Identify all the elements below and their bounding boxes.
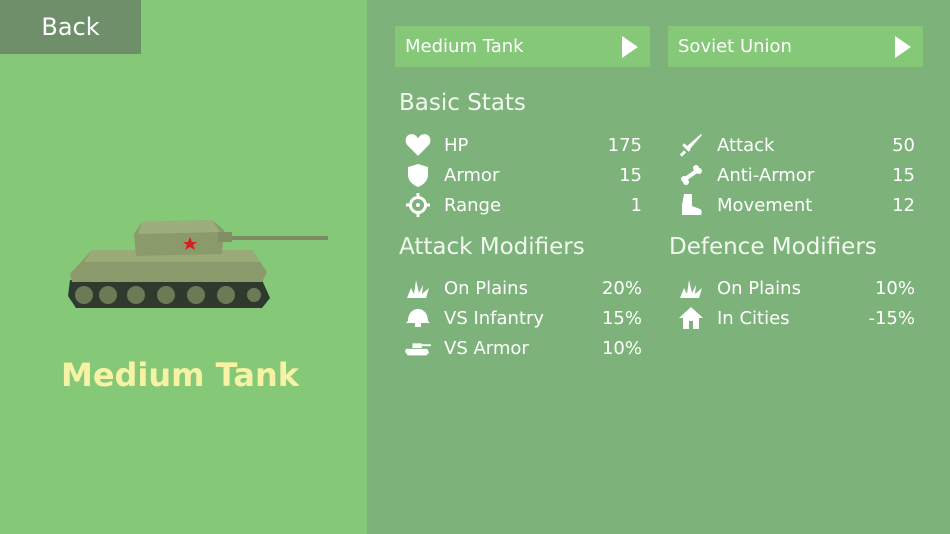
unit-type-label: Medium Tank xyxy=(405,36,524,57)
sword-icon xyxy=(677,132,705,158)
defence-mod-cities: In Cities -15% xyxy=(677,303,915,333)
tank-icon xyxy=(404,335,432,361)
nation-label: Soviet Union xyxy=(678,36,792,57)
defence-mod-plains: On Plains 10% xyxy=(677,273,915,303)
unit-preview-panel: Back Medium Tank xyxy=(0,0,367,534)
unit-name-title: Medium Tank xyxy=(60,356,300,394)
heart-icon xyxy=(404,132,432,158)
stats-panel xyxy=(367,0,950,534)
shield-icon xyxy=(404,162,432,188)
basic-stats-heading: Basic Stats xyxy=(399,90,526,116)
nation-selector[interactable]: Soviet Union xyxy=(668,26,923,67)
stat-row-attack: Attack 50 xyxy=(677,130,915,160)
crosshair-icon xyxy=(404,192,432,218)
defence-modifiers-heading: Defence Modifiers xyxy=(669,234,877,260)
grass-icon xyxy=(677,275,705,301)
boot-icon xyxy=(677,192,705,218)
back-button[interactable]: Back xyxy=(0,0,141,54)
attack-mod-armor: VS Armor 10% xyxy=(404,333,642,363)
tank-image xyxy=(68,220,328,308)
unit-type-selector[interactable]: Medium Tank xyxy=(395,26,650,67)
attack-mod-plains: On Plains 20% xyxy=(404,273,642,303)
grass-icon xyxy=(404,275,432,301)
attack-mod-infantry: VS Infantry 15% xyxy=(404,303,642,333)
next-arrow-icon[interactable] xyxy=(622,35,638,58)
stat-row-movement: Movement 12 xyxy=(677,190,915,220)
stat-row-armor: Armor 15 xyxy=(404,160,642,190)
stat-row-anti-armor: Anti-Armor 15 xyxy=(677,160,915,190)
helmet-icon xyxy=(404,305,432,331)
stat-row-hp: HP 175 xyxy=(404,130,642,160)
next-arrow-icon[interactable] xyxy=(895,35,911,58)
bone-icon xyxy=(677,162,705,188)
stat-row-range: Range 1 xyxy=(404,190,642,220)
house-icon xyxy=(677,305,705,331)
attack-modifiers-heading: Attack Modifiers xyxy=(399,234,585,260)
